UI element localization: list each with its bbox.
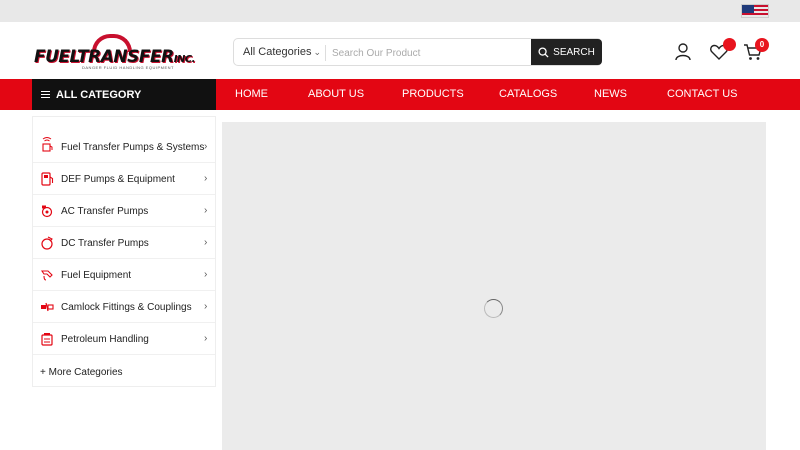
sidebar-item-dc-transfer-pumps[interactable]: DC Transfer Pumps › [33,227,215,259]
nav-products[interactable]: PRODUCTS [402,88,464,100]
more-categories-link[interactable]: + More Categories [40,367,123,378]
chevron-right-icon: › [204,301,208,312]
sidebar-item-petroleum-handling[interactable]: Petroleum Handling › [33,323,215,355]
fuel-nozzle-icon [40,270,53,281]
loading-spinner-icon [484,299,503,318]
chevron-down-icon: ⌄ [313,47,322,57]
site-logo[interactable]: FUELTRANSFERINC. DANGER FLUID HANDLING E… [32,34,200,72]
sidebar-item-camlock-fittings[interactable]: Camlock Fittings & Couplings › [33,291,215,323]
sidebar-item-label: DEF Pumps & Equipment [61,174,175,185]
search-bar: All Categories ⌄ SEARCH [233,38,602,66]
us-flag-icon[interactable] [741,4,769,18]
site-header: FUELTRANSFERINC. DANGER FLUID HANDLING E… [0,22,800,79]
chevron-right-icon: › [204,173,208,184]
chevron-right-icon: › [204,141,208,152]
nav-contact-us[interactable]: CONTACT US [667,88,738,100]
sidebar-item-label: Camlock Fittings & Couplings [61,302,192,313]
nav-news[interactable]: NEWS [594,88,627,100]
hero-banner[interactable] [222,122,766,450]
category-select-label: All Categories [243,46,312,58]
dc-pump-icon [41,236,53,250]
user-icon[interactable] [672,41,694,63]
chevron-right-icon: › [204,205,208,216]
sidebar-item-def-pumps[interactable]: DEF Pumps & Equipment › [33,163,215,195]
search-divider [325,45,326,61]
sidebar-item-label: DC Transfer Pumps [61,238,149,249]
all-category-label: ALL CATEGORY [56,88,142,101]
category-select[interactable]: All Categories ⌄ [243,46,321,58]
sidebar-item-label: Fuel Transfer Pumps & Systems [61,142,205,153]
camlock-icon [41,302,54,312]
logo-tagline: DANGER FLUID HANDLING EQUIPMENT [82,65,174,70]
nav-home[interactable]: HOME [235,88,268,100]
fuel-pump-icon [42,137,53,152]
sidebar-item-label: Petroleum Handling [61,334,149,345]
chevron-right-icon: › [204,333,208,344]
def-pump-icon [41,172,54,186]
sidebar-item-label: AC Transfer Pumps [61,206,149,217]
sidebar-item-fuel-transfer-pumps[interactable]: Fuel Transfer Pumps & Systems › [33,131,215,163]
sidebar-item-fuel-equipment[interactable]: Fuel Equipment › [33,259,215,291]
logo-text: FUELTRANSFER [34,47,174,67]
nav-about-us[interactable]: ABOUT US [308,88,364,100]
chevron-right-icon: › [204,269,208,280]
wishlist-badge [723,38,736,51]
chevron-right-icon: › [204,237,208,248]
sidebar-item-label: Fuel Equipment [61,270,132,281]
all-category-button[interactable]: ALL CATEGORY [32,79,216,110]
main-nav: ALL CATEGORY HOME ABOUT US PRODUCTS CATA… [0,79,800,110]
petroleum-icon [41,333,53,346]
search-button-label: SEARCH [553,46,595,58]
search-icon [538,46,549,58]
sidebar-item-ac-transfer-pumps[interactable]: AC Transfer Pumps › [33,195,215,227]
ac-pump-icon [41,205,53,218]
menu-icon [41,91,50,98]
cart-count-badge: 0 [755,38,769,52]
nav-catalogs[interactable]: CATALOGS [499,88,557,100]
search-input[interactable] [332,43,528,63]
search-button[interactable]: SEARCH [531,39,602,65]
category-sidebar: Fuel Transfer Pumps & Systems › DEF Pump… [32,116,216,387]
logo-suffix: INC. [173,54,196,65]
top-bar [0,0,800,22]
